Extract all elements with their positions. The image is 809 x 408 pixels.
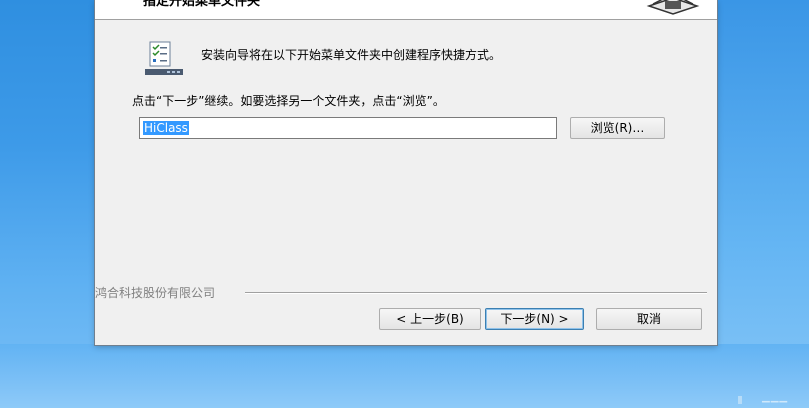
desktop-background-bottom <box>0 344 809 408</box>
next-button[interactable]: 下一步(N) > <box>485 308 584 330</box>
instruction-text: 点击“下一步”继续。如要选择另一个文件夹，点击“浏览”。 <box>132 94 445 108</box>
taskbar-edge <box>738 396 742 404</box>
cancel-button[interactable]: 取消 <box>596 308 702 330</box>
installer-logo-icon <box>643 0 703 16</box>
wizard-header: 指定开始菜单文件夹 <box>95 0 717 20</box>
intro-text: 安装向导将在以下开始菜单文件夹中创建程序快捷方式。 <box>201 48 502 62</box>
branding-divider <box>245 292 707 294</box>
branding-bar: 鸿合科技股份有限公司 <box>95 284 707 301</box>
back-button[interactable]: < 上一步(B) <box>379 308 481 330</box>
start-menu-folder-icon <box>145 41 183 75</box>
browse-button[interactable]: 浏览(R)… <box>570 117 665 139</box>
installer-window: 指定开始菜单文件夹 安装向导将在以下开始菜单文件夹中创建程序快捷方式。 点击“下… <box>95 0 717 345</box>
start-menu-folder-input[interactable]: HiClass <box>139 117 557 139</box>
wizard-header-title: 指定开始菜单文件夹 <box>143 0 261 9</box>
branding-text: 鸿合科技股份有限公司 <box>95 284 222 301</box>
desktop-clock-fragment: ▁▁▁ <box>762 392 789 403</box>
folder-input-value: HiClass <box>143 121 189 135</box>
